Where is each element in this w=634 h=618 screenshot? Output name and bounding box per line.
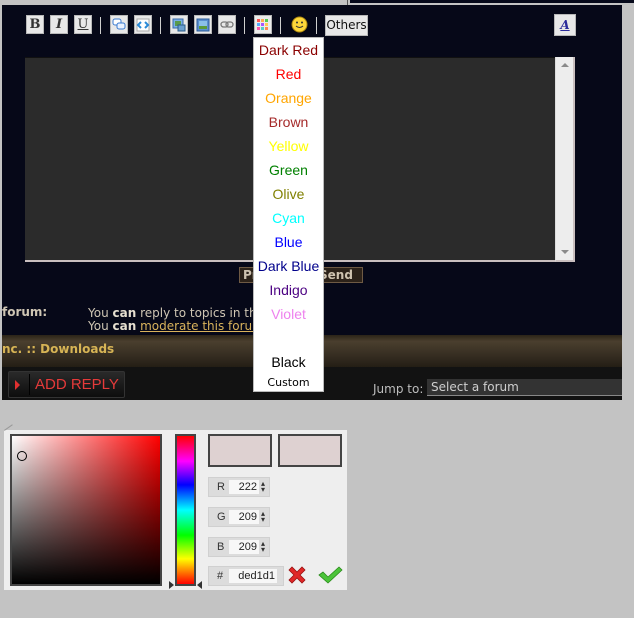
- color-option-yellow[interactable]: Yellow: [254, 138, 323, 154]
- others-button[interactable]: Others: [325, 15, 368, 36]
- breadcrumb[interactable]: nc. :: Downloads: [2, 342, 114, 356]
- color-option-black[interactable]: Black: [254, 354, 323, 370]
- hue-slider-handle-left-icon[interactable]: [169, 581, 174, 589]
- color-option-white[interactable]: White: [254, 330, 323, 346]
- resize-handle[interactable]: [4, 424, 14, 433]
- green-field[interactable]: G 209 ▴ ▾: [208, 507, 270, 527]
- blue-input[interactable]: 209: [229, 540, 259, 554]
- image-upload-button[interactable]: [170, 15, 188, 34]
- color-option-indigo[interactable]: Indigo: [254, 282, 323, 298]
- permission-bold: can: [112, 319, 137, 333]
- color-option-dark-blue[interactable]: Dark Blue: [254, 258, 323, 274]
- bold-label: B: [29, 17, 41, 32]
- color-palette-icon: [257, 18, 268, 30]
- add-reply-button[interactable]: ADD REPLY: [8, 371, 125, 398]
- hue-slider-handle-right-icon[interactable]: [197, 581, 202, 589]
- image-icon: [196, 18, 210, 31]
- color-option-orange[interactable]: Orange: [254, 90, 323, 106]
- add-reply-label: ADD REPLY: [35, 376, 119, 393]
- page-margin: [622, 5, 634, 400]
- hex-label: #: [217, 570, 224, 582]
- red-label: R: [217, 481, 225, 493]
- color-button[interactable]: [254, 15, 272, 34]
- jump-to-label: Jump to:: [373, 382, 424, 396]
- hue-slider[interactable]: [175, 434, 196, 586]
- font-size-icon: A: [560, 18, 570, 32]
- code-button[interactable]: [134, 15, 152, 34]
- textarea-scrollbar[interactable]: [555, 57, 575, 262]
- new-color-swatch: [208, 434, 272, 467]
- permission-text: You: [88, 319, 113, 333]
- link-icon: [220, 20, 234, 28]
- link-button[interactable]: [218, 15, 236, 34]
- image-button[interactable]: [194, 15, 212, 34]
- color-option-olive[interactable]: Olive: [254, 186, 323, 202]
- cancel-icon[interactable]: [285, 563, 309, 587]
- spinner-icon[interactable]: ▴ ▾: [261, 480, 265, 494]
- quote-icon: [112, 18, 126, 30]
- color-cursor[interactable]: [17, 451, 27, 461]
- divider: [29, 374, 30, 395]
- hex-field[interactable]: # ded1d1: [208, 566, 284, 586]
- color-picker-panel: R 222 ▴ ▾ G 209 ▴ ▾ B 209 ▴ ▾ # ded1d1: [4, 424, 347, 590]
- color-option-violet[interactable]: Violet: [254, 306, 323, 322]
- permission-moderate: You can moderate this forum: [88, 319, 264, 333]
- blue-field[interactable]: B 209 ▴ ▾: [208, 537, 270, 557]
- red-field[interactable]: R 222 ▴ ▾: [208, 477, 270, 497]
- color-option-custom[interactable]: Custom: [254, 376, 323, 389]
- toolbar-separator: [316, 17, 317, 34]
- scroll-down-arrow-icon[interactable]: [561, 250, 569, 254]
- blue-label: B: [217, 541, 225, 553]
- color-option-red[interactable]: Red: [254, 66, 323, 82]
- permissions-label: forum:: [2, 305, 48, 319]
- underline-button[interactable]: U: [74, 15, 92, 34]
- italic-button[interactable]: I: [50, 15, 68, 34]
- green-input[interactable]: 209: [229, 510, 259, 524]
- image-upload-icon: [172, 18, 186, 31]
- smiley-icon: [291, 16, 307, 33]
- toolbar-separator: [160, 17, 161, 34]
- color-dropdown-menu: Dark Red Red Orange Brown Yellow Green O…: [253, 37, 324, 392]
- hex-input[interactable]: ded1d1: [229, 569, 277, 583]
- smiley-button[interactable]: [290, 15, 308, 34]
- permission-text: You: [88, 306, 113, 320]
- color-option-cyan[interactable]: Cyan: [254, 210, 323, 226]
- bold-button[interactable]: B: [26, 15, 44, 34]
- scroll-up-arrow-icon[interactable]: [561, 63, 569, 67]
- color-option-brown[interactable]: Brown: [254, 114, 323, 130]
- green-label: G: [217, 511, 226, 523]
- code-icon: [136, 18, 150, 31]
- underline-label: U: [77, 17, 89, 32]
- confirm-check-icon[interactable]: [317, 565, 343, 585]
- toolbar-separator: [100, 17, 101, 34]
- current-color-swatch: [278, 434, 342, 467]
- color-option-green[interactable]: Green: [254, 162, 323, 178]
- permission-bold: can: [112, 306, 137, 320]
- top-border: [350, 0, 634, 3]
- spinner-icon[interactable]: ▴ ▾: [261, 540, 265, 554]
- red-input[interactable]: 222: [229, 480, 259, 494]
- color-option-blue[interactable]: Blue: [254, 234, 323, 250]
- italic-label: I: [55, 17, 63, 32]
- saturation-value-area[interactable]: [10, 434, 162, 586]
- font-button[interactable]: A: [554, 14, 576, 36]
- quote-button[interactable]: [110, 15, 128, 34]
- play-arrow-icon: [15, 380, 20, 390]
- color-option-dark-red[interactable]: Dark Red: [254, 42, 323, 58]
- toolbar-separator: [244, 17, 245, 34]
- spinner-icon[interactable]: ▴ ▾: [261, 510, 265, 524]
- moderate-forum-link[interactable]: moderate this forum: [140, 319, 264, 333]
- jump-to-select[interactable]: Select a forum: [427, 379, 622, 396]
- toolbar-separator: [280, 17, 281, 34]
